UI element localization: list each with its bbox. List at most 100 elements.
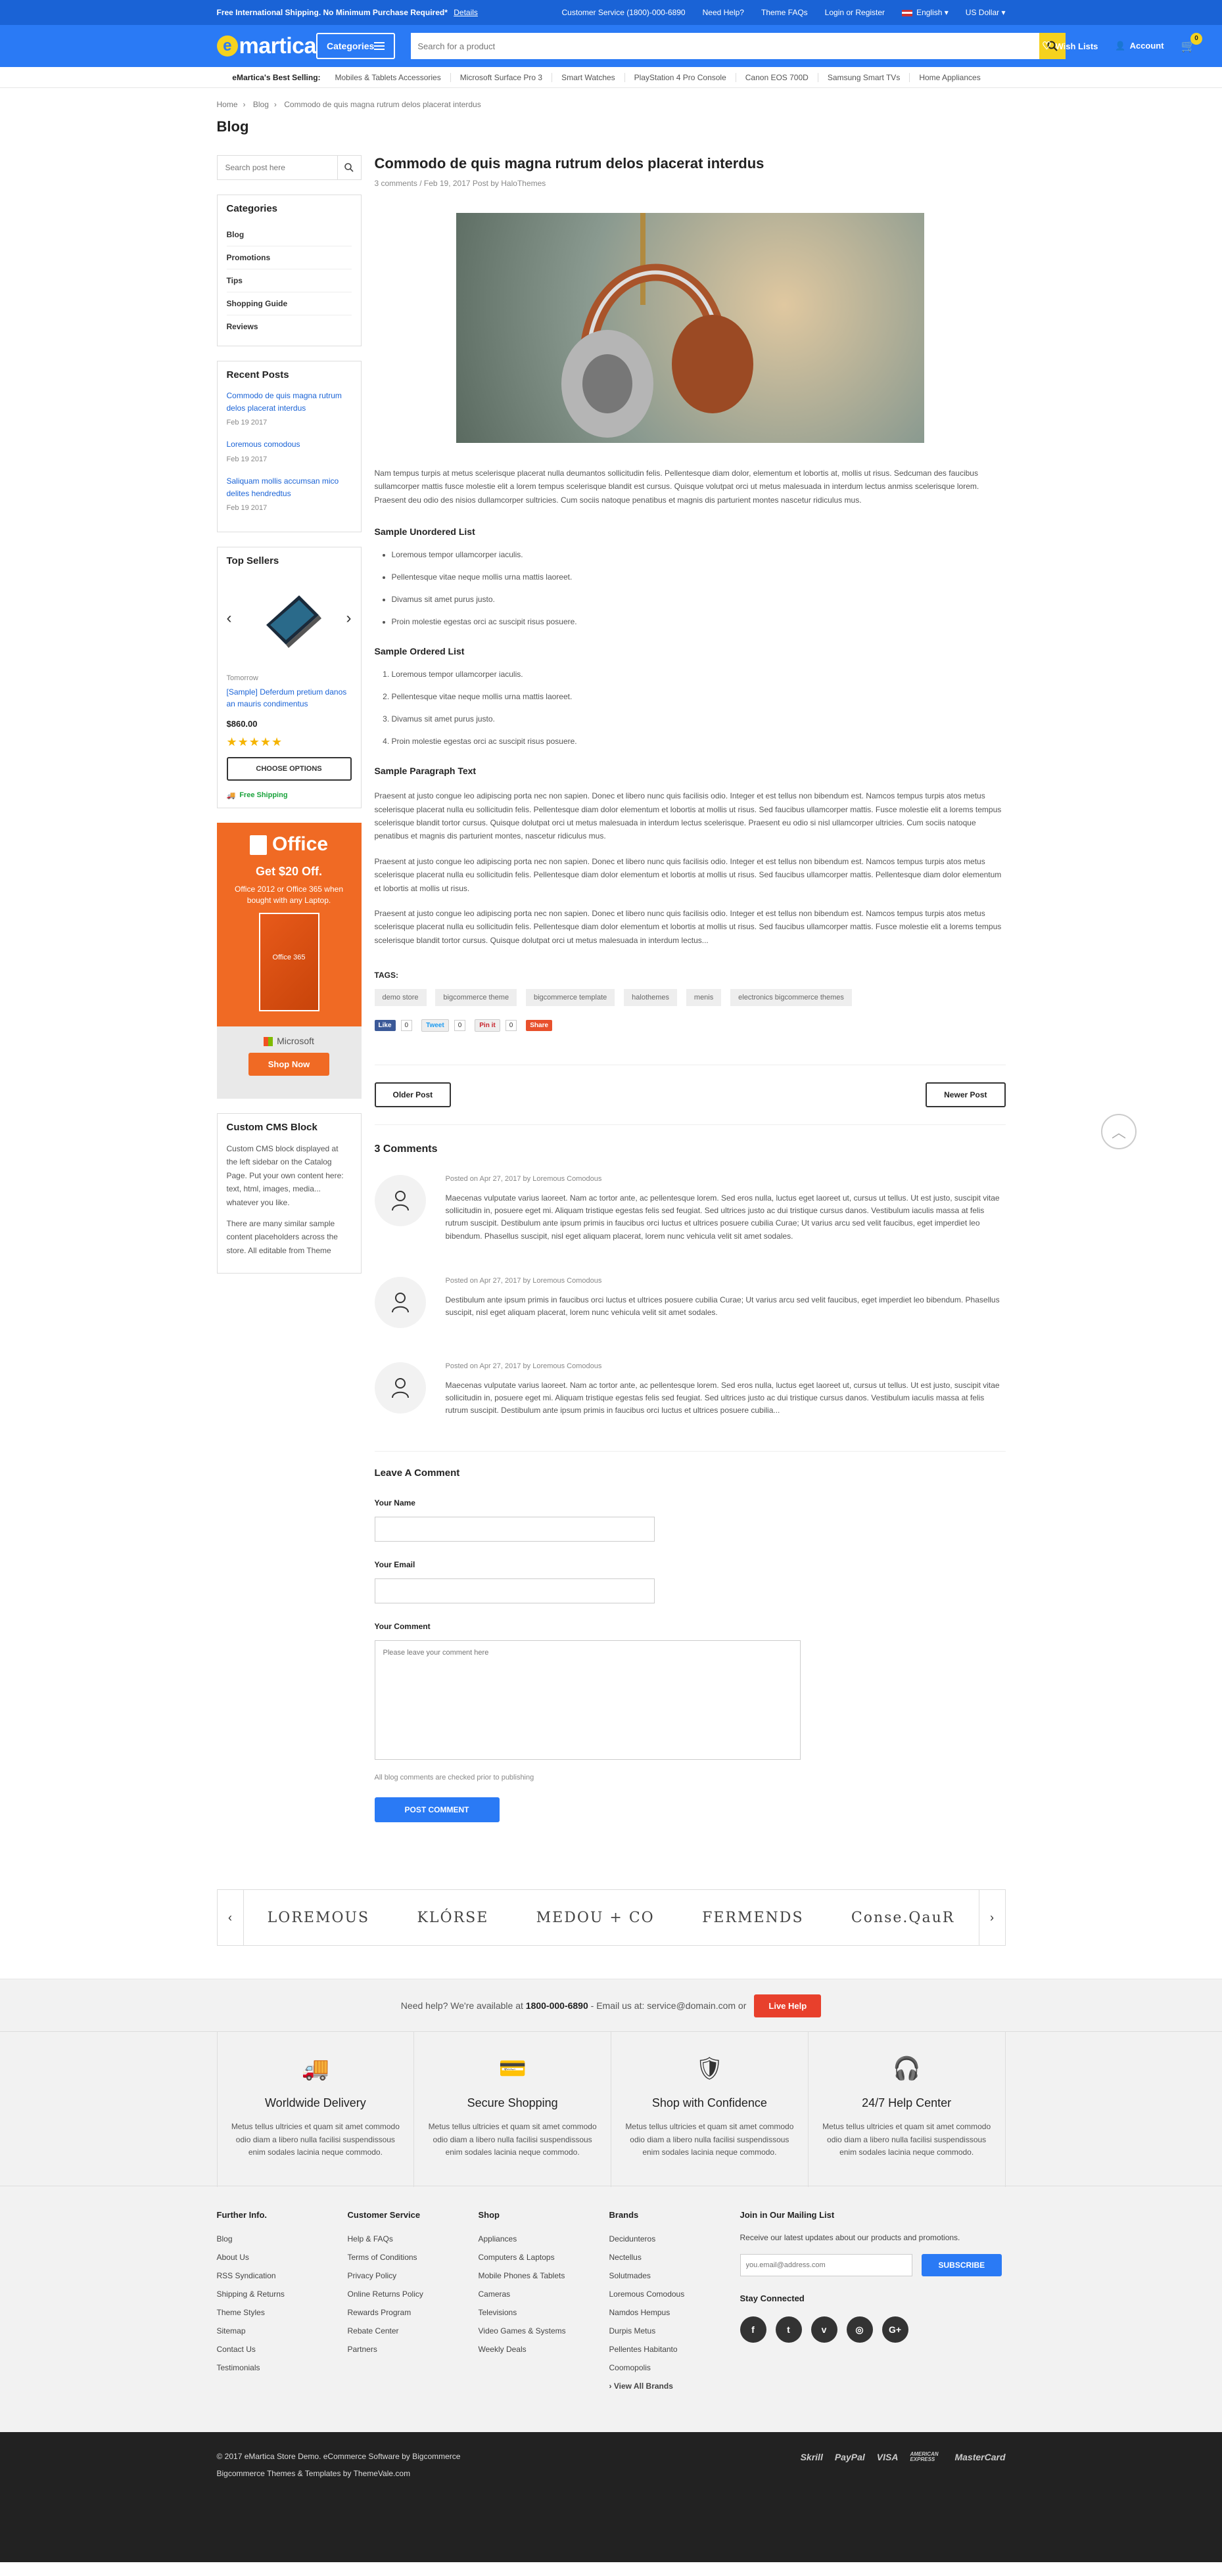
footer-link[interactable]: Namdos Hempus bbox=[609, 2308, 740, 2317]
account-link[interactable]: 👤 Account bbox=[1115, 41, 1163, 51]
subscribe-button[interactable]: SUBSCRIBE bbox=[921, 2254, 1002, 2277]
breadcrumb-blog[interactable]: Blog bbox=[253, 100, 269, 109]
customer-service-link[interactable]: Customer Service (1800)-000-6890 bbox=[562, 8, 686, 17]
product-name[interactable]: [Sample] Deferdum pretium danos an mauri… bbox=[227, 686, 352, 710]
post-comment-button[interactable]: POST COMMENT bbox=[374, 1797, 500, 1823]
footer-link[interactable]: Testimonials bbox=[217, 2363, 348, 2372]
footer-link[interactable]: Rewards Program bbox=[348, 2308, 479, 2317]
footer-link[interactable]: Coomopolis bbox=[609, 2363, 740, 2372]
footer-link[interactable]: Contact Us bbox=[217, 2345, 348, 2354]
footer-link[interactable]: Pellentes Habitanto bbox=[609, 2345, 740, 2354]
footer-link[interactable]: Privacy Policy bbox=[348, 2271, 479, 2280]
footer-link[interactable]: About Us bbox=[217, 2253, 348, 2262]
brand-logo[interactable]: KLÓRSE bbox=[417, 1910, 488, 1926]
tag[interactable]: bigcommerce template bbox=[525, 989, 615, 1007]
footer-link[interactable]: Weekly Deals bbox=[479, 2345, 609, 2354]
footer-link[interactable]: Sitemap bbox=[217, 2326, 348, 2335]
brand-logo[interactable]: MEDOU + CO bbox=[536, 1910, 655, 1926]
wishlist-link[interactable]: ♡ Wish Lists bbox=[1042, 39, 1098, 53]
footer-link[interactable]: Solutmades bbox=[609, 2271, 740, 2280]
back-to-top-button[interactable]: ︿ bbox=[1101, 1114, 1137, 1149]
best-selling-item[interactable]: Microsoft Surface Pro 3 bbox=[450, 73, 552, 82]
brand-logo[interactable]: FERMENDS bbox=[702, 1910, 803, 1926]
recent-post-link[interactable]: Loremous comodous bbox=[227, 440, 300, 449]
footer-link[interactable]: Rebate Center bbox=[348, 2326, 479, 2335]
best-selling-item[interactable]: Canon EOS 700D bbox=[735, 73, 818, 82]
best-selling-item[interactable]: PlayStation 4 Pro Console bbox=[624, 73, 736, 82]
newer-post-button[interactable]: Newer Post bbox=[926, 1082, 1006, 1108]
brand-logo[interactable]: Conse.QauR bbox=[851, 1910, 954, 1926]
footer-link[interactable]: Durpis Metus bbox=[609, 2326, 740, 2335]
footer-link[interactable]: Cameras bbox=[479, 2289, 609, 2299]
footer-link[interactable]: Online Returns Policy bbox=[348, 2289, 479, 2299]
view-all-brands-link[interactable]: › View All Brands bbox=[609, 2381, 740, 2391]
best-selling-item[interactable]: Smart Watches bbox=[552, 73, 624, 82]
best-selling-item[interactable]: Home Appliances bbox=[909, 73, 989, 82]
twitter-icon[interactable]: t bbox=[775, 2316, 802, 2343]
tag[interactable]: demo store bbox=[374, 989, 427, 1007]
breadcrumb-home[interactable]: Home bbox=[217, 100, 238, 109]
live-help-button[interactable]: Live Help bbox=[754, 1994, 822, 2017]
shop-now-button[interactable]: Shop Now bbox=[248, 1053, 330, 1076]
tag[interactable]: electronics bigcommerce themes bbox=[730, 989, 852, 1007]
language-select[interactable]: English ▾ bbox=[902, 8, 949, 17]
name-field[interactable] bbox=[374, 1517, 655, 1542]
post-search-input[interactable] bbox=[217, 156, 337, 179]
facebook-icon[interactable]: f bbox=[740, 2316, 766, 2343]
footer-link[interactable]: Partners bbox=[348, 2345, 479, 2354]
footer-link[interactable]: Televisions bbox=[479, 2308, 609, 2317]
chevron-left-icon[interactable]: ‹ bbox=[218, 1889, 244, 1946]
footer-link[interactable]: RSS Syndication bbox=[217, 2271, 348, 2280]
footer-link[interactable]: Loremous Comodous bbox=[609, 2289, 740, 2299]
tag[interactable]: halothemes bbox=[624, 989, 678, 1007]
category-link[interactable]: Blog bbox=[226, 223, 352, 246]
chevron-right-icon[interactable]: › bbox=[346, 609, 352, 628]
footer-link[interactable]: Video Games & Systems bbox=[479, 2326, 609, 2335]
older-post-button[interactable]: Older Post bbox=[374, 1082, 452, 1108]
footer-link[interactable]: Decidunteros bbox=[609, 2234, 740, 2243]
tag[interactable]: menis bbox=[686, 989, 722, 1007]
newsletter-email-input[interactable] bbox=[740, 2254, 912, 2277]
footer-link[interactable]: Appliances bbox=[479, 2234, 609, 2243]
footer-link[interactable]: Blog bbox=[217, 2234, 348, 2243]
brand-logo[interactable]: LOREMOUS bbox=[268, 1910, 369, 1926]
categories-button[interactable]: Categories bbox=[316, 33, 396, 59]
tweet-button[interactable]: Tweet bbox=[421, 1019, 449, 1032]
footer-link[interactable]: Terms of Conditions bbox=[348, 2253, 479, 2262]
footer-link[interactable]: Theme Styles bbox=[217, 2308, 348, 2317]
best-selling-item[interactable]: Mobiles & Tablets Accessories bbox=[326, 73, 450, 82]
chevron-right-icon[interactable]: › bbox=[978, 1889, 1005, 1946]
promo-details-link[interactable]: Details bbox=[454, 8, 478, 17]
email-field[interactable] bbox=[374, 1578, 655, 1604]
category-link[interactable]: Tips bbox=[226, 269, 352, 292]
recent-post-link[interactable]: Saliquam mollis accumsan mico delites he… bbox=[227, 476, 339, 498]
category-link[interactable]: Promotions bbox=[226, 246, 352, 269]
share-button[interactable]: Share bbox=[526, 1020, 553, 1032]
pin-button[interactable]: Pin it bbox=[475, 1019, 500, 1032]
post-search-button[interactable] bbox=[337, 156, 361, 179]
footer-link[interactable]: Mobile Phones & Tablets bbox=[479, 2271, 609, 2280]
footer-link[interactable]: Computers & Laptops bbox=[479, 2253, 609, 2262]
footer-link[interactable]: Help & FAQs bbox=[348, 2234, 479, 2243]
theme-faqs-link[interactable]: Theme FAQs bbox=[761, 8, 808, 17]
google-plus-icon[interactable]: G+ bbox=[881, 2316, 908, 2343]
footer-link[interactable]: Shipping & Returns bbox=[217, 2289, 348, 2299]
cart-link[interactable]: 🛒 0 bbox=[1181, 32, 1202, 53]
chevron-left-icon[interactable]: ‹ bbox=[227, 609, 232, 628]
comment-textarea[interactable] bbox=[374, 1640, 801, 1760]
facebook-like-button[interactable]: Like bbox=[374, 1020, 396, 1032]
category-link[interactable]: Reviews bbox=[227, 315, 352, 338]
best-selling-item[interactable]: Samsung Smart TVs bbox=[817, 73, 909, 82]
recent-post-link[interactable]: Commodo de quis magna rutrum delos place… bbox=[227, 391, 342, 413]
need-help-link[interactable]: Need Help? bbox=[703, 8, 744, 17]
choose-options-button[interactable]: CHOOSE OPTIONS bbox=[226, 756, 352, 781]
instagram-icon[interactable]: ◎ bbox=[846, 2316, 873, 2343]
search-input[interactable] bbox=[411, 33, 1040, 59]
login-register-link[interactable]: Login or Register bbox=[825, 8, 885, 17]
category-link[interactable]: Shopping Guide bbox=[226, 292, 352, 315]
vimeo-icon[interactable]: v bbox=[811, 2316, 837, 2343]
logo[interactable]: e martica bbox=[216, 34, 316, 59]
office-ad[interactable]: Office Get $20 Off. Office 2012 or Offic… bbox=[216, 822, 362, 1099]
currency-select[interactable]: US Dollar ▾ bbox=[966, 8, 1006, 17]
tag[interactable]: bigcommerce theme bbox=[435, 989, 517, 1007]
